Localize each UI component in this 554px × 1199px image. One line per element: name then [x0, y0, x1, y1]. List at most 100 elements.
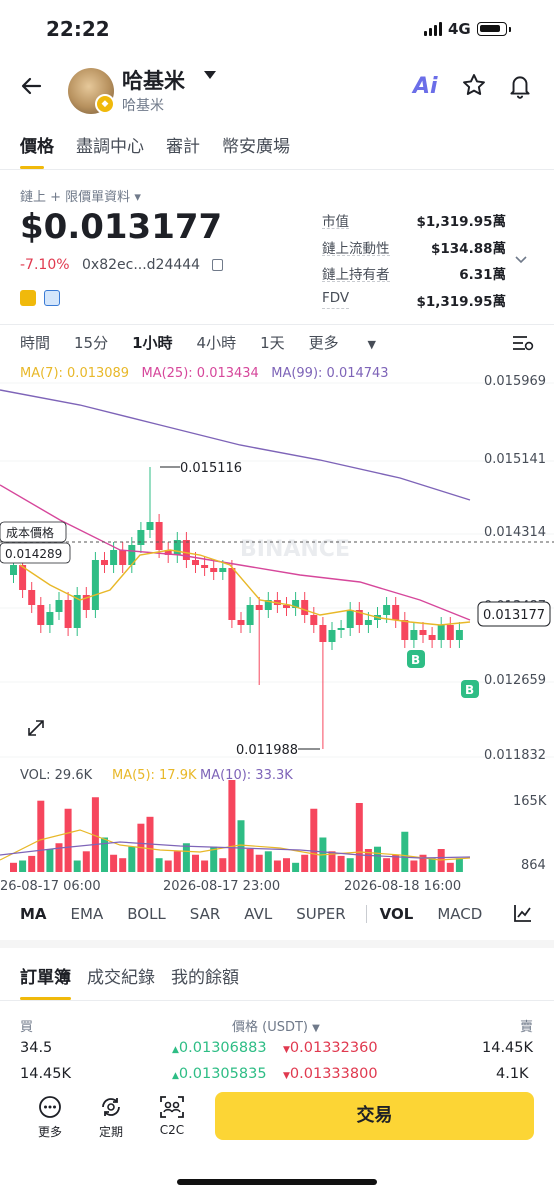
volume-bar: [237, 820, 245, 872]
divider: [0, 324, 554, 325]
low-label: 0.011988: [236, 743, 298, 758]
volume-bar: [346, 858, 354, 872]
status-indicators: 4G: [424, 20, 511, 38]
ind-macd[interactable]: MACD: [437, 905, 482, 923]
ind-ma[interactable]: MA: [20, 905, 47, 923]
bell-icon[interactable]: [507, 72, 533, 104]
volume-bar: [201, 860, 209, 872]
back-arrow-icon[interactable]: [20, 74, 44, 105]
ob-ask-value: 0.01333800: [289, 1066, 378, 1082]
ind-ema[interactable]: EMA: [71, 905, 104, 923]
volume-bar: [119, 858, 127, 872]
interval-more[interactable]: 更多 ▼: [309, 332, 400, 353]
ind-avl[interactable]: AVL: [244, 905, 272, 923]
volume-bar: [46, 849, 54, 872]
candle: [28, 590, 36, 605]
interval-more-label: 更多: [308, 334, 339, 352]
tab-balance[interactable]: 我的餘額: [171, 963, 239, 988]
volume-bar: [10, 862, 17, 872]
tab-due-diligence[interactable]: 盡調中心: [76, 132, 144, 157]
interval-15m[interactable]: 15分: [74, 332, 108, 353]
ind-sar[interactable]: SAR: [190, 905, 220, 923]
ob-head-sell: 賣: [520, 1020, 534, 1035]
candle: [437, 625, 445, 640]
ind-super[interactable]: SUPER: [296, 905, 345, 923]
c2c-button[interactable]: C2C: [146, 1094, 198, 1137]
candle: [192, 560, 199, 565]
stat-market-cap: 市值 $1,319.95萬: [322, 210, 506, 237]
ind-vol[interactable]: VOL: [380, 905, 414, 923]
ob-buy-qty: 34.5: [20, 1040, 53, 1056]
ob-bid-price[interactable]: ▲0.01306883: [172, 1040, 267, 1056]
network-label: 4G: [448, 20, 471, 38]
token-name[interactable]: 哈基米: [122, 65, 185, 95]
caret-down-icon: ▼: [367, 338, 376, 351]
volume-bar: [283, 858, 290, 872]
candle: [419, 630, 427, 635]
x-tick: 26-08-17 06:00: [0, 879, 101, 894]
chart-settings-icon[interactable]: [512, 334, 534, 356]
interval-4h[interactable]: 4小時: [197, 332, 237, 353]
candlestick-chart[interactable]: BINANCE 0.0159690.0151410.0143140.013487…: [0, 360, 554, 895]
ob-ask-price[interactable]: ▼0.01333800: [283, 1066, 378, 1082]
interval-1h[interactable]: 1小時: [132, 332, 172, 353]
candle: [228, 568, 236, 620]
data-source-selector[interactable]: 鏈上 + 限價單資料 ▾: [20, 186, 141, 205]
indicator-chart-icon[interactable]: [513, 903, 533, 927]
candle: [255, 605, 263, 610]
chain-badge-icon: ◆: [95, 94, 115, 114]
star-icon[interactable]: [461, 72, 487, 105]
ob-bid-price[interactable]: ▲0.01305835: [172, 1066, 267, 1082]
volume-bar: [273, 860, 281, 872]
ob-bid-value: 0.01305835: [178, 1066, 267, 1082]
volume-bar: [446, 862, 454, 872]
candle: [401, 620, 409, 640]
ob-ask-price[interactable]: ▼0.01332360: [283, 1040, 378, 1056]
tab-price[interactable]: 價格: [20, 132, 54, 169]
candle: [219, 568, 227, 572]
more-label: 更多: [37, 1125, 62, 1139]
volume-bar: [64, 808, 72, 872]
volume-bar: [128, 846, 136, 872]
candle: [201, 565, 209, 568]
volume-bar: [428, 858, 436, 872]
fullscreen-icon[interactable]: [20, 712, 52, 744]
volume-bar: [455, 858, 463, 872]
ind-boll[interactable]: BOLL: [127, 905, 166, 923]
copy-icon[interactable]: [212, 259, 223, 271]
candle: [392, 605, 400, 620]
more-icon: [39, 1096, 61, 1118]
divider: [0, 1000, 554, 1001]
c2c-icon: [160, 1096, 184, 1118]
interval-time[interactable]: 時間: [20, 332, 50, 353]
tab-orderbook[interactable]: 訂單簿: [20, 963, 71, 1000]
recurring-button[interactable]: 定期: [85, 1094, 137, 1140]
indicator-separator: [366, 905, 367, 923]
tab-audit[interactable]: 審計: [166, 132, 200, 157]
tab-square[interactable]: 幣安廣場: [222, 132, 290, 157]
data-source-label: 鏈上 + 限價單資料: [20, 190, 131, 205]
volume-bar: [264, 851, 272, 872]
volume-bar: [301, 854, 309, 872]
stat-holders: 鏈上持有者 6.31萬: [322, 263, 506, 290]
ob-head-price[interactable]: 價格 (USDT) ▼: [232, 1016, 320, 1035]
volume-bar: [19, 860, 27, 872]
ob-buy-qty: 14.45K: [20, 1066, 72, 1082]
token-stats: 市值 $1,319.95萬 鏈上流動性 $134.88萬 鏈上持有者 6.31萬 FD…: [322, 210, 506, 316]
trade-button[interactable]: 交易: [215, 1092, 534, 1140]
tab-trades[interactable]: 成交紀錄: [87, 963, 155, 988]
candle: [101, 560, 108, 565]
candle: [337, 628, 345, 630]
expand-chevron-icon[interactable]: [515, 253, 527, 267]
y-tick-label: 0.015969: [484, 374, 546, 389]
volume-bar: [155, 858, 163, 872]
interval-1d[interactable]: 1天: [260, 332, 285, 353]
token-dropdown-caret-icon[interactable]: [204, 71, 216, 79]
more-button[interactable]: 更多: [24, 1094, 76, 1140]
price-change: -7.10%: [20, 257, 70, 273]
orderbook-tabs: 訂單簿 成交紀錄 我的餘額: [20, 963, 239, 1000]
ai-icon[interactable]: Ai: [413, 74, 438, 99]
candle: [64, 600, 72, 628]
indicator-tabs: MA EMA BOLL SAR AVL SUPER VOL MACD: [20, 905, 506, 923]
y-tick-label: 0.012659: [484, 673, 546, 688]
